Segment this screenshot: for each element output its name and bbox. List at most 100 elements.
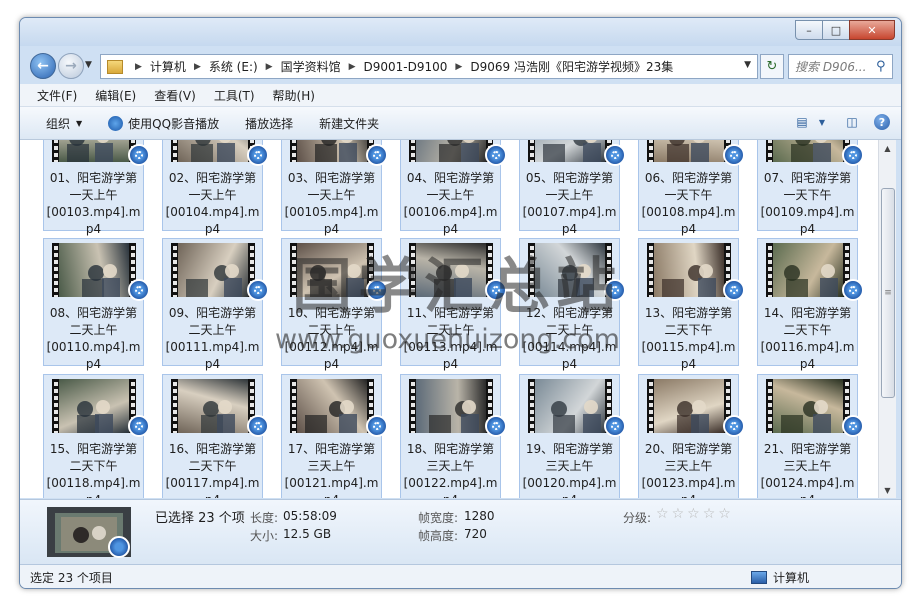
thumbnail-scene: [543, 140, 601, 162]
file-tile[interactable]: 06、阳宅游学第 一天下午 [00108.mp4].m p4: [638, 140, 745, 236]
file-tile[interactable]: 19、阳宅游学第三天上午 [00120.mp4].m p4: [519, 374, 626, 498]
preview-pane-icon[interactable]: ◫: [843, 114, 861, 130]
video-thumbnail: [52, 379, 136, 433]
file-tile[interactable]: 07、阳宅游学第 一天下午 [00109.mp4].m p4: [757, 140, 864, 236]
star-icon[interactable]: ☆: [672, 506, 685, 522]
minimize-button[interactable]: –: [795, 20, 823, 40]
organize-button[interactable]: 组织 ▼: [46, 115, 82, 132]
video-frame-image: [416, 243, 486, 297]
chevron-right-icon[interactable]: ▶: [349, 62, 356, 72]
breadcrumb-range[interactable]: D9001-D9100: [364, 60, 448, 74]
file-tile[interactable]: 15、阳宅游学第二天下午 [00118.mp4].m p4: [43, 374, 150, 498]
command-bar: 组织 ▼ 使用QQ影音播放 播放选择 新建文件夹 ▤ ▼ ◫ ?: [20, 107, 901, 140]
file-tile[interactable]: 01、阳宅游学第 一天上午 [00103.mp4].m p4: [43, 140, 150, 236]
file-tile[interactable]: 13、阳宅游学第 二天下午 [00115.mp4].m p4: [638, 238, 745, 371]
file-name-label: 06、阳宅游学第 一天下午 [00108.mp4].m p4: [639, 170, 738, 238]
thumbnail-scene: [186, 264, 242, 297]
file-name-line: [00108.mp4].m: [641, 205, 736, 219]
menu-help[interactable]: 帮助(H): [273, 87, 315, 104]
file-name-line: p4: [799, 357, 816, 371]
help-button[interactable]: ?: [873, 114, 891, 130]
file-tile[interactable]: 09、阳宅游学第 二天上午 [00111.mp4].m p4: [162, 238, 269, 371]
file-tile[interactable]: 20、阳宅游学第三天上午 [00123.mp4].m p4: [638, 374, 745, 498]
thumbnail-scene: [677, 400, 709, 433]
file-tile[interactable]: 17、阳宅游学第三天上午 [00121.mp4].m p4: [281, 374, 388, 498]
file-tile[interactable]: 11、阳宅游学第 二天上午 [00113.mp4].m p4: [400, 238, 507, 371]
qq-player-badge-icon: [128, 279, 150, 301]
chevron-right-icon[interactable]: ▶: [135, 62, 142, 72]
file-tile[interactable]: 05、阳宅游学第 一天上午 [00107.mp4].m p4: [519, 140, 626, 236]
back-button[interactable]: ←: [30, 53, 56, 79]
file-name-line: [00118.mp4].m: [46, 476, 141, 490]
vertical-scrollbar[interactable]: ▲ ≡ ▼: [878, 140, 896, 498]
menu-file[interactable]: 文件(F): [37, 87, 77, 104]
file-name-line: 三天上午: [664, 459, 713, 473]
rating-label: 分级:: [623, 511, 652, 525]
file-tile[interactable]: 03、阳宅游学第 一天上午 [00105.mp4].m p4: [281, 140, 388, 236]
film-strip-edge: [647, 379, 654, 433]
file-tile[interactable]: 16、阳宅游学第二天下午 [00117.mp4].m p4: [162, 374, 269, 498]
file-tile[interactable]: 14、阳宅游学第 二天下午 [00116.mp4].m p4: [757, 238, 864, 371]
thumbnail-scene: [781, 400, 831, 433]
search-icon[interactable]: ⚲: [876, 59, 892, 74]
qq-play-button[interactable]: 使用QQ影音播放: [108, 115, 219, 132]
refresh-button[interactable]: ↻: [760, 54, 784, 79]
forward-button[interactable]: →: [58, 53, 84, 79]
file-name-line: p4: [282, 492, 381, 498]
file-name-line: 二天上午: [188, 323, 237, 337]
breadcrumb-drive[interactable]: 系统 (E:): [209, 58, 258, 75]
file-name-label: 15、阳宅游学第二天下午 [00118.mp4].m p4: [44, 441, 143, 498]
file-name-line: 06、阳宅游学第: [644, 171, 733, 185]
file-name-line: 二天上午: [545, 323, 594, 337]
video-thumbnail: [647, 379, 731, 433]
rating-stars[interactable]: ☆ ☆ ☆ ☆ ☆: [656, 506, 734, 522]
file-tile[interactable]: 21、阳宅游学第三天上午 [00124.mp4].m p4: [757, 374, 864, 498]
view-options-chevron-down-icon[interactable]: ▼: [813, 114, 831, 130]
chevron-right-icon[interactable]: ▶: [266, 62, 273, 72]
maximize-button[interactable]: □: [822, 20, 850, 40]
search-box[interactable]: 搜索 D906... ⚲: [788, 54, 893, 79]
address-bar[interactable]: ▶ 计算机 ▶ 系统 (E:) ▶ 国学资料馆 ▶ D9001-D9100 ▶ …: [100, 54, 758, 79]
breadcrumb-library[interactable]: 国学资料馆: [281, 58, 341, 75]
file-tile[interactable]: 04、阳宅游学第 一天上午 [00106.mp4].m p4: [400, 140, 507, 236]
star-icon[interactable]: ☆: [687, 506, 700, 522]
play-selection-button[interactable]: 播放选择: [245, 115, 293, 132]
recent-pages-dropdown[interactable]: ▼: [85, 60, 92, 70]
menu-tools[interactable]: 工具(T): [214, 87, 255, 104]
file-name-line: 二天上午: [426, 323, 475, 337]
file-grid[interactable]: 01、阳宅游学第 一天上午 [00103.mp4].m p4 02、阳宅游学第 一天上午 […: [20, 140, 878, 498]
file-tile[interactable]: 02、阳宅游学第 一天上午 [00104.mp4].m p4: [162, 140, 269, 236]
file-tile[interactable]: 10、阳宅游学第 二天上午 [00112.mp4].m p4: [281, 238, 388, 371]
star-icon[interactable]: ☆: [656, 506, 669, 522]
video-frame-image: [416, 140, 486, 162]
file-name-line: 17、阳宅游学第: [287, 442, 376, 456]
chevron-right-icon[interactable]: ▶: [194, 62, 201, 72]
file-name-label: 17、阳宅游学第三天上午 [00121.mp4].m p4: [282, 441, 381, 498]
new-folder-button[interactable]: 新建文件夹: [319, 115, 379, 132]
change-view-icon[interactable]: ▤: [793, 114, 811, 130]
search-input[interactable]: 搜索 D906...: [795, 58, 876, 75]
file-name-label: 01、阳宅游学第 一天上午 [00103.mp4].m p4: [44, 170, 143, 238]
file-tile[interactable]: 18、阳宅游学第三天上午 [00122.mp4].m p4: [400, 374, 507, 498]
qq-player-badge-icon: [366, 279, 388, 301]
scroll-down-arrow-icon[interactable]: ▼: [879, 482, 896, 498]
breadcrumb-computer[interactable]: 计算机: [150, 58, 186, 75]
address-history-dropdown[interactable]: ▼: [744, 60, 751, 70]
menu-view[interactable]: 查看(V): [154, 87, 196, 104]
star-icon[interactable]: ☆: [703, 506, 716, 522]
file-tile[interactable]: 08、阳宅游学第 二天上午 [00110.mp4].m p4: [43, 238, 150, 371]
address-row: ← → ▼ ▶ 计算机 ▶ 系统 (E:) ▶ 国学资料馆 ▶ D9001-D9…: [20, 48, 901, 82]
file-name-line: [00107.mp4].m: [522, 205, 617, 219]
close-button[interactable]: ✕: [849, 20, 895, 40]
scrollbar-thumb[interactable]: ≡: [881, 188, 895, 398]
menu-edit[interactable]: 编辑(E): [95, 87, 136, 104]
scroll-up-arrow-icon[interactable]: ▲: [879, 140, 896, 156]
star-icon[interactable]: ☆: [718, 506, 731, 522]
qq-player-badge-icon: [842, 144, 864, 166]
chevron-right-icon[interactable]: ▶: [455, 62, 462, 72]
qq-player-badge-icon: [108, 536, 130, 558]
thumbnail-scene: [784, 264, 838, 297]
breadcrumb-current-folder[interactable]: D9069 冯浩刚《阳宅游学视频》23集: [470, 58, 673, 75]
title-bar[interactable]: – □ ✕: [20, 18, 901, 46]
file-tile[interactable]: 12、阳宅游学第 二天上午 [00114.mp4].m p4: [519, 238, 626, 371]
